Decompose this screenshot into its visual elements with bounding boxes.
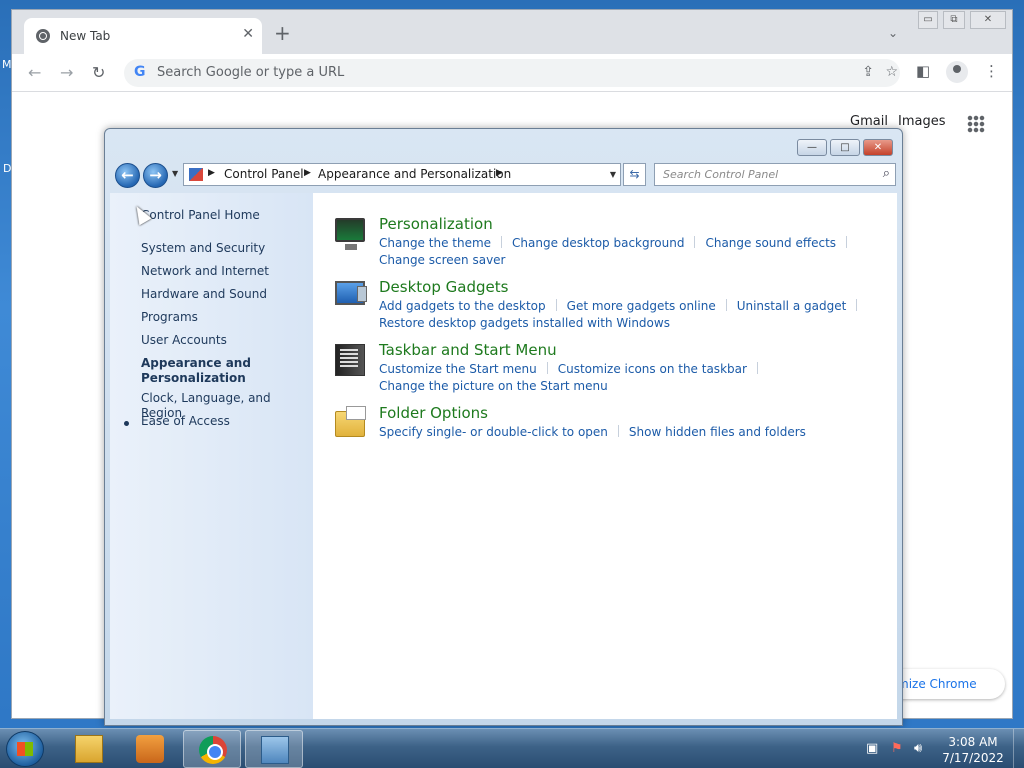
category-links: Customize the Start menu Customize icons …	[379, 361, 839, 395]
media-player-icon	[136, 735, 164, 763]
task-link[interactable]: Show hidden files and folders	[629, 424, 806, 441]
profile-avatar-icon[interactable]	[946, 61, 968, 83]
action-center-flag-icon[interactable]: ⚑	[891, 741, 903, 756]
chrome-icon	[199, 736, 227, 764]
omnibox-placeholder: Search Google or type a URL	[157, 65, 345, 80]
show-desktop-button[interactable]	[1013, 729, 1024, 768]
address-bar[interactable]: ▶ Control Panel ▶ Appearance and Persona…	[183, 163, 621, 186]
nav-programs[interactable]: Programs	[141, 310, 311, 325]
category-links: Specify single- or double-click to open S…	[379, 424, 839, 441]
network-icon[interactable]: ▣	[866, 741, 878, 756]
forward-arrow-icon[interactable]: →	[143, 163, 168, 188]
chrome-restore-button[interactable]: ⧉	[943, 11, 965, 29]
breadcrumb-separator-icon[interactable]: ▶	[304, 168, 311, 178]
task-link[interactable]: Customize the Start menu	[379, 361, 537, 378]
chrome-tab-strip: New Tab ✕ + ⌄ ▭ ⧉ ✕	[12, 10, 1012, 54]
back-arrow-icon[interactable]: ←	[28, 63, 41, 82]
category-title[interactable]: Personalization	[379, 215, 493, 233]
windows-taskbar: ▣ ⚑ 🔊︎ 3:08 AM 7/17/2022	[0, 728, 1024, 768]
taskbar-control-panel-button[interactable]	[245, 730, 303, 768]
nav-system-security[interactable]: System and Security	[141, 241, 311, 256]
breadcrumb-separator-icon[interactable]: ▶	[496, 168, 503, 178]
breadcrumb-control-panel[interactable]: Control Panel	[224, 167, 304, 181]
chrome-favicon-icon	[36, 29, 50, 43]
gmail-link[interactable]: Gmail	[850, 114, 888, 129]
category-title[interactable]: Folder Options	[379, 404, 488, 422]
more-menu-icon[interactable]: ⋮	[984, 62, 999, 80]
task-link[interactable]: Customize icons on the taskbar	[558, 361, 747, 378]
search-control-panel-input[interactable]: Search Control Panel ⌕	[654, 163, 896, 186]
category-links: Change the theme Change desktop backgroun…	[379, 235, 848, 269]
search-icon[interactable]: ⌕	[883, 166, 890, 181]
current-section-bullet	[124, 421, 129, 426]
task-pane: Control Panel Home System and Security N…	[110, 193, 313, 719]
reload-icon[interactable]: ↻	[92, 63, 105, 82]
taskbar-media-player-button[interactable]	[121, 730, 179, 768]
back-arrow-icon[interactable]: ←	[115, 163, 140, 188]
nav-user-accounts[interactable]: User Accounts	[141, 333, 311, 348]
control-panel-content: Control Panel Home System and Security N…	[110, 193, 897, 719]
address-dropdown-icon[interactable]: ▼	[610, 170, 616, 179]
chrome-close-button[interactable]: ✕	[970, 11, 1006, 29]
clock-date: 7/17/2022	[942, 751, 1004, 765]
control-panel-icon	[189, 168, 203, 181]
task-link[interactable]: Restore desktop gadgets installed with W…	[379, 315, 670, 332]
task-link[interactable]: Get more gadgets online	[567, 298, 716, 315]
control-panel-home-link[interactable]: Control Panel Home	[141, 208, 260, 222]
images-link[interactable]: Images	[898, 114, 946, 129]
google-apps-icon[interactable]	[967, 115, 985, 133]
taskbar-explorer-button[interactable]	[60, 730, 118, 768]
nav-appearance-personalization: Appearance and Personalization	[141, 356, 251, 385]
recent-pages-chevron-icon[interactable]: ▼	[172, 169, 178, 178]
nav-hardware-sound[interactable]: Hardware and Sound	[141, 287, 311, 302]
cp-minimize-button[interactable]: —	[797, 139, 827, 156]
omnibox[interactable]: G Search Google or type a URL ⇪ ☆	[124, 59, 900, 87]
category-title[interactable]: Taskbar and Start Menu	[379, 341, 557, 359]
monitor-icon	[335, 218, 365, 250]
task-link[interactable]: Add gadgets to the desktop	[379, 298, 546, 315]
category-links: Add gadgets to the desktop Get more gadge…	[379, 298, 858, 332]
side-panel-icon[interactable]: ◧	[916, 62, 930, 80]
explorer-icon	[75, 735, 103, 763]
tab-title: New Tab	[60, 29, 111, 43]
task-link[interactable]: Change desktop background	[512, 235, 684, 252]
nav-network-internet[interactable]: Network and Internet	[141, 264, 311, 279]
control-panel-icon	[261, 736, 289, 764]
cp-maximize-button[interactable]: □	[830, 139, 860, 156]
chrome-minimize-button[interactable]: ▭	[918, 11, 938, 29]
start-button[interactable]	[6, 731, 44, 767]
task-link[interactable]: Change sound effects	[705, 235, 836, 252]
gadget-icon	[335, 281, 367, 305]
category-title[interactable]: Desktop Gadgets	[379, 278, 508, 296]
task-link[interactable]: Change screen saver	[379, 252, 506, 269]
task-link[interactable]: Specify single- or double-click to open	[379, 424, 608, 441]
new-tab-button[interactable]: +	[274, 23, 291, 43]
tab-new-tab[interactable]: New Tab ✕	[24, 18, 262, 54]
breadcrumb-appearance[interactable]: Appearance and Personalization	[318, 167, 511, 181]
taskbar-clock[interactable]: 3:08 AM 7/17/2022	[940, 734, 1006, 766]
task-link[interactable]: Change the theme	[379, 235, 491, 252]
refresh-icon[interactable]: ⇆	[623, 163, 646, 186]
tab-search-chevron-icon[interactable]: ⌄	[888, 26, 898, 40]
control-panel-window: — □ ✕ ← → ▼ ▶ Control Panel ▶ Appearance…	[104, 128, 903, 726]
bookmark-star-icon[interactable]: ☆	[885, 64, 898, 80]
breadcrumb-separator-icon[interactable]: ▶	[208, 168, 215, 178]
nav-ease-of-access[interactable]: Ease of Access	[141, 414, 311, 429]
clock-time: 3:08 AM	[948, 735, 998, 749]
taskbar-chrome-button[interactable]	[183, 730, 241, 768]
search-placeholder: Search Control Panel	[663, 168, 779, 181]
chrome-toolbar: ← → ↻ G Search Google or type a URL ⇪ ☆	[12, 54, 1012, 92]
task-link[interactable]: Change the picture on the Start menu	[379, 378, 608, 395]
forward-arrow-icon[interactable]: →	[60, 63, 73, 82]
cp-close-button[interactable]: ✕	[863, 139, 893, 156]
tab-close-icon[interactable]: ✕	[242, 26, 254, 42]
share-icon[interactable]: ⇪	[862, 64, 874, 80]
task-link[interactable]: Uninstall a gadget	[737, 298, 847, 315]
folder-options-icon	[335, 406, 366, 437]
volume-icon[interactable]: 🔊︎	[914, 741, 922, 756]
taskbar-icon	[335, 344, 365, 376]
google-g-icon: G	[134, 64, 146, 80]
